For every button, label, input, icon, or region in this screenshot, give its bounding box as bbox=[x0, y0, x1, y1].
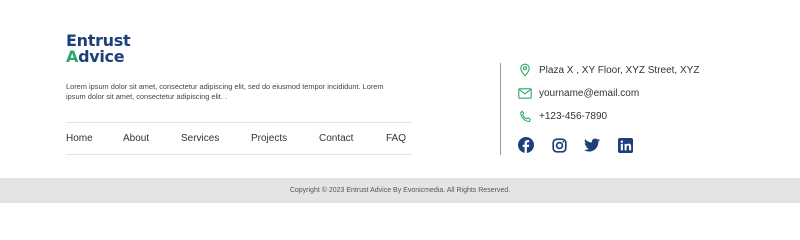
contact-address-text: Plaza X , XY Floor, XYZ Street, XYZ bbox=[539, 64, 700, 76]
brand-logo[interactable]: Entrust Advice bbox=[66, 33, 131, 65]
nav-services-link[interactable]: Services bbox=[181, 133, 219, 144]
contact-email[interactable]: yourname@email.com bbox=[518, 85, 639, 101]
linkedin-icon[interactable] bbox=[617, 137, 633, 153]
logo-line-2-rest: dvice bbox=[78, 47, 125, 66]
logo-accent-letter: A bbox=[66, 47, 79, 66]
contact-address: Plaza X , XY Floor, XYZ Street, XYZ bbox=[518, 62, 699, 78]
logo-line-2: Advice bbox=[66, 49, 130, 65]
contact-email-text[interactable]: yourname@email.com bbox=[539, 88, 639, 99]
phone-icon bbox=[518, 109, 532, 123]
nav-contact-link[interactable]: Contact bbox=[319, 133, 353, 144]
envelope-icon bbox=[518, 86, 532, 100]
nav-faq-link[interactable]: FAQ bbox=[386, 133, 406, 144]
site-footer: Entrust Advice Lorem ipsum dolor sit ame… bbox=[0, 0, 800, 178]
instagram-icon[interactable] bbox=[551, 137, 567, 153]
copyright-bar: Copyright © 2023 Entrust Advice By Evoni… bbox=[0, 178, 800, 203]
nav-about-link[interactable]: About bbox=[123, 133, 149, 144]
vertical-divider bbox=[500, 63, 501, 155]
copyright-text: Copyright © 2023 Entrust Advice By Evoni… bbox=[289, 187, 511, 194]
facebook-icon[interactable] bbox=[518, 137, 534, 153]
nav-home-link[interactable]: Home bbox=[66, 133, 93, 144]
contact-phone[interactable]: +123-456-7890 bbox=[518, 108, 607, 124]
footer-nav: Home About Services Projects Contact FAQ bbox=[66, 122, 412, 155]
contact-phone-text[interactable]: +123-456-7890 bbox=[539, 111, 607, 122]
social-links bbox=[518, 137, 650, 153]
footer-description: Lorem ipsum dolor sit amet, consectetur … bbox=[66, 82, 384, 101]
map-pin-icon bbox=[518, 63, 532, 77]
twitter-icon[interactable] bbox=[584, 137, 600, 153]
nav-projects-link[interactable]: Projects bbox=[251, 133, 287, 144]
